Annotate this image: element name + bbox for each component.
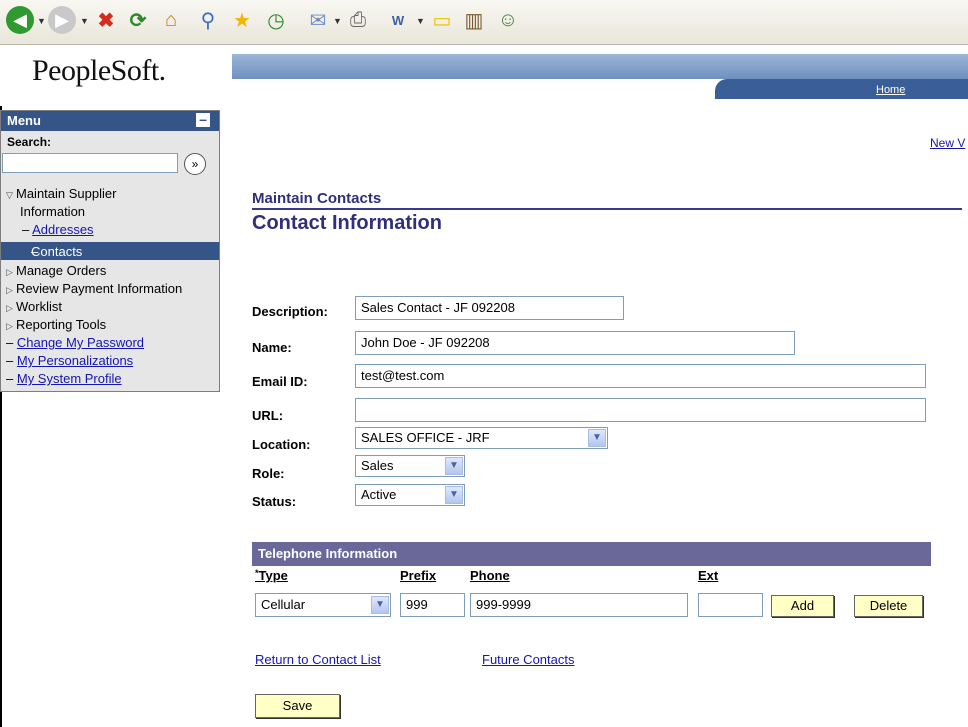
edit-icon[interactable]: W — [384, 6, 412, 34]
phone-type-select[interactable]: Cellular ▼ — [255, 593, 391, 617]
page-title: Contact Information — [252, 212, 442, 234]
phone-column-header: Phone — [470, 568, 510, 583]
return-to-contact-list-link[interactable]: Return to Contact List — [255, 652, 381, 667]
menu-item-manage-orders[interactable]: ▷ Manage Orders — [6, 263, 106, 278]
name-label: Name: — [252, 340, 292, 355]
menu-item-review-payment[interactable]: ▷ Review Payment Information — [6, 281, 182, 296]
browser-toolbar: ◀ ▼ ▶ ▼ ✖ ⟳ ⌂ ⚲ ★ ◷ ✉ ▼ ⎙ W ▼ ▭ ▥ ☺ — [0, 0, 968, 45]
forward-dropdown-icon[interactable]: ▼ — [80, 16, 89, 26]
collapsed-triangle-icon: ▷ — [6, 267, 13, 277]
collapse-icon[interactable]: – — [196, 112, 210, 127]
type-column-header: *Type — [255, 568, 288, 583]
url-field[interactable] — [355, 398, 926, 422]
title-divider — [252, 208, 962, 210]
collapsed-triangle-icon: ▷ — [6, 321, 13, 331]
mail-dropdown-icon[interactable]: ▼ — [333, 16, 342, 26]
search-go-icon[interactable]: » — [184, 153, 206, 175]
email-field[interactable]: test@test.com — [355, 364, 926, 388]
menu-item-addresses[interactable]: – Addresses — [22, 222, 94, 237]
menu-item-personalizations[interactable]: – My Personalizations — [6, 353, 133, 368]
chevron-down-icon: ▼ — [445, 486, 463, 504]
location-select[interactable]: SALES OFFICE - JRF ▼ — [355, 427, 608, 449]
chevron-down-icon: ▼ — [445, 457, 463, 475]
mail-icon[interactable]: ✉ — [304, 6, 332, 34]
research-icon[interactable]: ▥ — [460, 6, 488, 34]
role-select[interactable]: Sales ▼ — [355, 455, 465, 477]
phone-prefix-field[interactable]: 999 — [400, 593, 465, 617]
home-tab-bar — [715, 79, 968, 99]
description-label: Description: — [252, 304, 328, 319]
ext-column-header: Ext — [698, 568, 719, 583]
chevron-down-icon: ▼ — [588, 429, 606, 447]
back-icon[interactable]: ◀ — [6, 6, 34, 34]
menu-item-system-profile[interactable]: – My System Profile — [6, 371, 122, 386]
print-icon[interactable]: ⎙ — [344, 6, 372, 34]
status-label: Status: — [252, 494, 297, 509]
favorites-icon[interactable]: ★ — [228, 6, 256, 34]
menu-item-change-password[interactable]: – Change My Password — [6, 335, 144, 350]
url-label: URL: — [252, 408, 284, 423]
header-band — [232, 54, 968, 79]
new-window-link[interactable]: New V — [930, 136, 965, 150]
delete-button[interactable]: Delete — [854, 595, 923, 617]
chevron-down-icon: ▼ — [371, 596, 389, 614]
search-label: Search: — [7, 135, 52, 149]
discuss-icon[interactable]: ▭ — [428, 6, 456, 34]
role-label: Role: — [252, 466, 285, 481]
expanded-triangle-icon: ▽ — [6, 190, 13, 200]
history-icon[interactable]: ◷ — [262, 6, 290, 34]
home-icon[interactable]: ⌂ — [157, 6, 185, 34]
menu-item-maintain-supplier[interactable]: ▽ Maintain Supplier — [6, 186, 116, 201]
menu-item-reporting-tools[interactable]: ▷ Reporting Tools — [6, 317, 106, 332]
menu-item-worklist[interactable]: ▷ Worklist — [6, 299, 62, 314]
peoplesoft-logo: PeopleSoft. — [32, 54, 166, 87]
collapsed-triangle-icon: ▷ — [6, 285, 13, 295]
edit-dropdown-icon[interactable]: ▼ — [416, 16, 425, 26]
phone-ext-field[interactable] — [698, 593, 763, 617]
section-title: Maintain Contacts — [252, 190, 382, 207]
save-button[interactable]: Save — [255, 694, 340, 718]
messenger-icon[interactable]: ☺ — [494, 6, 522, 34]
telephone-header: Telephone Information — [252, 542, 931, 566]
collapsed-triangle-icon: ▷ — [6, 303, 13, 313]
search-icon[interactable]: ⚲ — [194, 6, 222, 34]
home-link[interactable]: Home — [876, 84, 905, 96]
future-contacts-link[interactable]: Future Contacts — [482, 652, 575, 667]
email-label: Email ID: — [252, 374, 308, 389]
add-button[interactable]: Add — [771, 595, 834, 617]
prefix-column-header: Prefix — [400, 568, 437, 583]
refresh-icon[interactable]: ⟳ — [124, 6, 152, 34]
status-select[interactable]: Active ▼ — [355, 484, 465, 506]
menu-title: Menu — [7, 113, 41, 128]
name-field[interactable]: John Doe - JF 092208 — [355, 331, 795, 355]
phone-number-field[interactable]: 999-9999 — [470, 593, 688, 617]
description-field[interactable]: Sales Contact - JF 092208 — [355, 296, 624, 320]
menu-search-input[interactable] — [2, 153, 178, 173]
menu-item-maintain-supplier-line2[interactable]: Information — [20, 204, 85, 219]
location-label: Location: — [252, 437, 311, 452]
back-dropdown-icon[interactable]: ▼ — [37, 16, 46, 26]
menu-item-contacts[interactable]: – Contacts — [1, 242, 219, 260]
forward-icon[interactable]: ▶ — [48, 6, 76, 34]
menu-header: Menu — [1, 111, 219, 131]
stop-icon[interactable]: ✖ — [92, 6, 120, 34]
